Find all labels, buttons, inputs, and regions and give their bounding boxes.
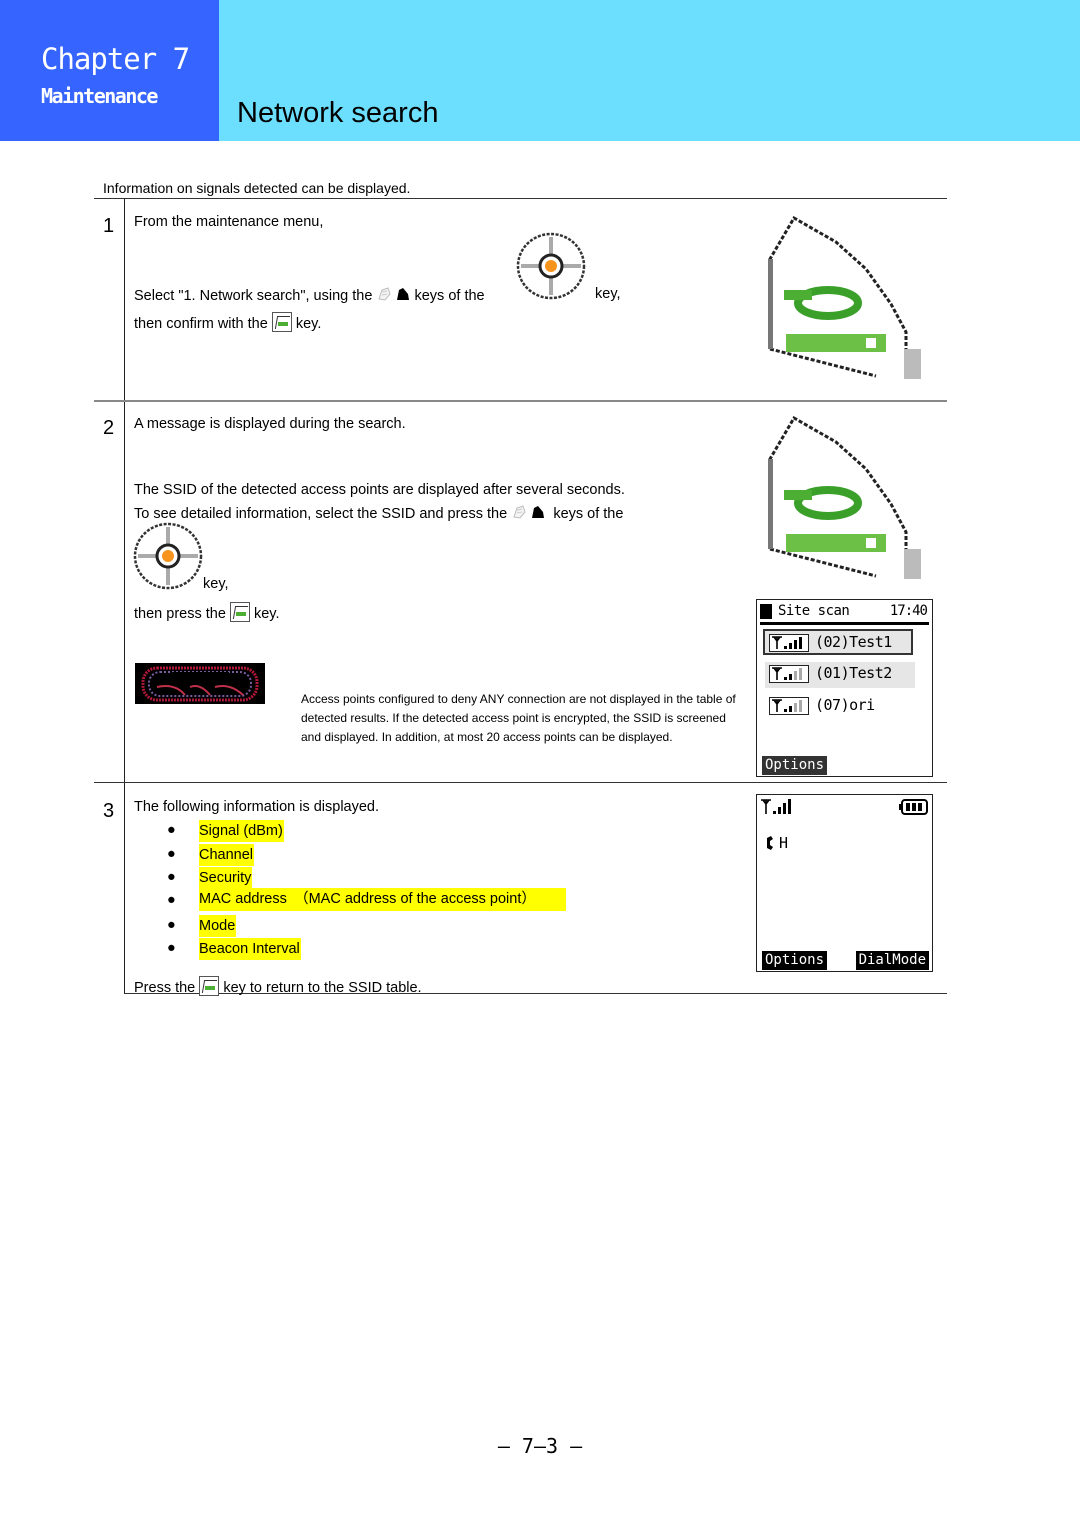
section-label: Maintenance — [41, 84, 158, 108]
step3-divider — [124, 783, 125, 994]
options-softkey[interactable]: Options — [762, 756, 828, 775]
bullet-item: ● — [167, 917, 176, 933]
step1-line1: From the maintenance menu, — [134, 214, 324, 230]
page-number: – 7–3 – — [497, 1434, 583, 1458]
options-softkey[interactable]: Options — [762, 951, 828, 970]
info-mode: Mode — [199, 915, 237, 937]
bullet-item: ● — [167, 869, 176, 885]
step3-footer: Press the key to return to the SSID tabl… — [134, 976, 422, 996]
ap-label: (01)Test2 — [815, 664, 892, 682]
standby-screen: H Options DialMode — [756, 794, 933, 972]
send-key-icon — [271, 312, 292, 332]
signal-icon — [769, 665, 809, 683]
text: key. — [253, 606, 280, 622]
chapter-banner: Chapter 7 Maintenance — [0, 0, 219, 141]
signal-strength-icon — [761, 799, 791, 814]
text: then confirm with the — [134, 316, 268, 332]
step1-line2-end: key, — [595, 286, 621, 302]
step2-line1: A message is displayed during the search… — [134, 416, 406, 432]
step3-line1: The following information is displayed. — [134, 799, 380, 815]
battery-icon — [899, 799, 928, 815]
page-title: Network search — [237, 97, 439, 129]
navigation-key-icon — [516, 232, 586, 300]
access-point-item[interactable]: (07)ori — [765, 694, 915, 720]
step-number: 2 — [103, 417, 115, 439]
bullet-item: ● — [167, 892, 176, 908]
send-key-icon — [199, 976, 220, 996]
text: key to return to the SSID table. — [223, 980, 422, 996]
access-point-item[interactable]: (01)Test2 — [765, 662, 915, 688]
send-key-illustration — [768, 215, 921, 379]
ap-label: (02)Test1 — [815, 633, 892, 651]
send-key-icon — [229, 602, 250, 622]
note-icon — [135, 663, 265, 704]
up-key-icon — [511, 504, 527, 520]
step2-note: Access points configured to deny ANY con… — [301, 692, 736, 744]
step1-divider — [124, 198, 125, 401]
down-key-icon — [531, 505, 545, 519]
ap-label: (07)ori — [815, 696, 875, 714]
step2-line3: To see detailed information, select the … — [134, 504, 623, 522]
step-number: 1 — [103, 215, 115, 237]
text: then press the — [134, 606, 226, 622]
info-channel: Channel — [199, 844, 255, 866]
send-key-illustration — [768, 415, 921, 579]
info-signal: Signal (dBm) — [199, 820, 284, 842]
screen-title-bar: Site scan 17:40 — [760, 603, 929, 625]
bullet-item: ● — [167, 846, 176, 862]
chapter-label: Chapter 7 — [41, 42, 190, 76]
down-key-icon — [396, 287, 410, 301]
step2-line2: The SSID of the detected access points a… — [134, 482, 625, 498]
title-marker — [760, 604, 772, 619]
screen-time: 17:40 — [889, 603, 928, 619]
bullet-item: ● — [167, 940, 176, 956]
step-separator — [94, 782, 947, 783]
phone-handset-icon — [767, 836, 773, 850]
step-number: 3 — [103, 800, 115, 822]
bullet-item: ● — [167, 822, 176, 838]
text: Press the — [134, 980, 196, 996]
up-key-icon — [376, 286, 392, 302]
step2-line5: then press the key. — [134, 602, 280, 622]
info-beacon-interval: Beacon Interval — [199, 938, 301, 960]
step2-divider — [124, 402, 125, 783]
info-mac-address: MAC address （MAC address of the access p… — [199, 888, 566, 911]
step1-line2: Select "1. Network search", using the ke… — [134, 286, 485, 304]
dialmode-softkey[interactable]: DialMode — [855, 951, 929, 970]
text: keys of the — [414, 288, 485, 304]
site-scan-screen: Site scan 17:40 (02)Test1 (01)Test2 (07)… — [756, 599, 933, 777]
table-top-border — [94, 198, 947, 199]
signal-icon — [769, 634, 809, 652]
text: Select "1. Network search", using the — [134, 288, 373, 304]
signal-icon — [769, 697, 809, 715]
text: keys of the — [553, 506, 624, 522]
status-text: H — [779, 834, 789, 852]
intro-text: Information on signals detected can be d… — [103, 180, 411, 196]
step1-line3: then confirm with the key. — [134, 312, 321, 332]
text: To see detailed information, select the … — [134, 506, 508, 522]
screen-title: Site scan — [778, 603, 850, 619]
navigation-key-icon — [133, 522, 203, 590]
step-separator — [94, 400, 947, 402]
access-point-item[interactable]: (02)Test1 — [763, 629, 913, 655]
step2-line4: key, — [203, 576, 229, 592]
info-security: Security — [199, 867, 253, 889]
text: key. — [295, 316, 322, 332]
